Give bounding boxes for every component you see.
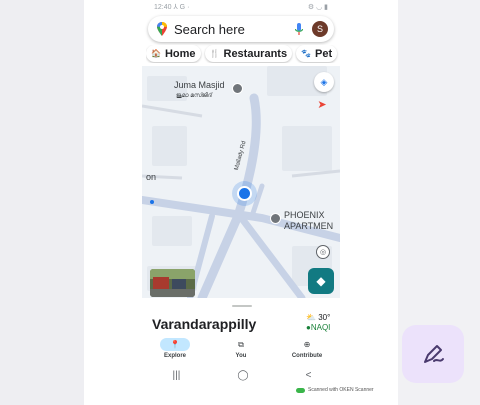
chip-pet[interactable]: 🐾 Pet	[296, 45, 338, 62]
weather-widget[interactable]: ⛅ 30° ●NAQI	[306, 313, 330, 333]
phone-screen: 12:40 ⅄ G · ⚙ ◡ ▮ Juma Masjid ജുമാ മസ്ജി…	[84, 0, 398, 405]
place-title: Varandarappilly	[152, 316, 257, 332]
map-label-phoenix-apartment[interactable]: APARTMEN	[284, 221, 333, 231]
pen-icon	[424, 345, 444, 363]
map-label-on: on	[146, 172, 157, 182]
tab-contribute-label: Contribute	[291, 353, 323, 359]
bookmark-icon: ⧉	[238, 339, 244, 349]
street-view-thumbnail[interactable]	[150, 269, 195, 297]
weather-icon: ⛅	[306, 313, 316, 322]
fork-knife-icon: 🍴	[209, 49, 220, 58]
chip-restaurants[interactable]: 🍴 Restaurants	[204, 45, 293, 62]
street-photo	[150, 269, 195, 297]
search-bar[interactable]: Search here S	[148, 16, 334, 42]
chip-restaurants-label: Restaurants	[223, 47, 288, 60]
current-location-dot	[237, 186, 252, 201]
back-button[interactable]: <	[306, 370, 312, 381]
search-input[interactable]: Search here	[174, 22, 294, 37]
tab-you[interactable]: ⧉ You	[211, 338, 271, 364]
home-button[interactable]: ◯	[237, 370, 248, 381]
chip-home[interactable]: 🏠 Home	[146, 45, 201, 62]
bottom-navigation: 📍 Explore ⧉ You ⊕ Contribute	[142, 338, 340, 364]
scanner-text: Scanned with OKEN Scanner	[308, 387, 374, 393]
category-chips: 🏠 Home 🍴 Restaurants 🐾 Pet	[146, 45, 340, 63]
pet-icon: 🐾	[301, 49, 312, 58]
recenter-button[interactable]: ◎	[316, 245, 330, 259]
tab-explore-label: Explore	[163, 353, 186, 359]
home-icon: 🏠	[151, 49, 161, 58]
directions-icon: ◆	[316, 274, 326, 288]
status-bar: 12:40 ⅄ G · ⚙ ◡ ▮	[84, 0, 398, 14]
edit-fab-button[interactable]	[402, 325, 464, 383]
map-label-juma-masjid-local: ജുമാ മസ്ജിദ്	[176, 93, 213, 99]
layers-icon: ◈	[320, 76, 328, 87]
tab-you-label: You	[235, 353, 247, 359]
status-time: 12:40 ⅄ G ·	[154, 4, 190, 11]
explore-pin-icon: 📍	[160, 338, 190, 351]
directions-button[interactable]: ◆	[308, 268, 334, 294]
recent-apps-button[interactable]: |||	[173, 370, 181, 381]
system-navigation: ||| ◯ <	[144, 370, 340, 381]
temperature: 30°	[318, 313, 331, 322]
map-roads	[138, 66, 344, 303]
left-margin	[0, 0, 84, 405]
add-circle-icon: ⊕	[303, 340, 311, 349]
maps-pin-icon	[157, 22, 167, 36]
aqi-indicator: ●NAQI	[306, 323, 331, 332]
tab-contribute[interactable]: ⊕ Contribute	[277, 338, 337, 364]
sheet-handle[interactable]	[232, 305, 252, 307]
chip-pet-label: Pet	[315, 47, 333, 60]
avatar[interactable]: S	[312, 21, 328, 37]
crosshair-icon: ◎	[319, 249, 327, 256]
chip-home-label: Home	[164, 47, 196, 60]
microphone-icon[interactable]	[294, 22, 304, 36]
status-icons: ⚙ ◡ ▮	[307, 4, 328, 11]
map-view[interactable]	[138, 66, 344, 303]
map-label-phoenix[interactable]: PHOENIX	[284, 210, 325, 220]
scanner-toggle-icon	[296, 387, 305, 393]
building-icon[interactable]	[270, 213, 281, 224]
compass-icon[interactable]: ➤	[314, 98, 330, 114]
tab-explore[interactable]: 📍 Explore	[145, 338, 205, 364]
map-label-juma-masjid[interactable]: Juma Masjid	[174, 80, 225, 90]
layers-button[interactable]: ◈	[314, 72, 334, 92]
scanner-watermark: Scanned with OKEN Scanner	[296, 387, 374, 393]
mosque-icon[interactable]	[232, 83, 243, 94]
